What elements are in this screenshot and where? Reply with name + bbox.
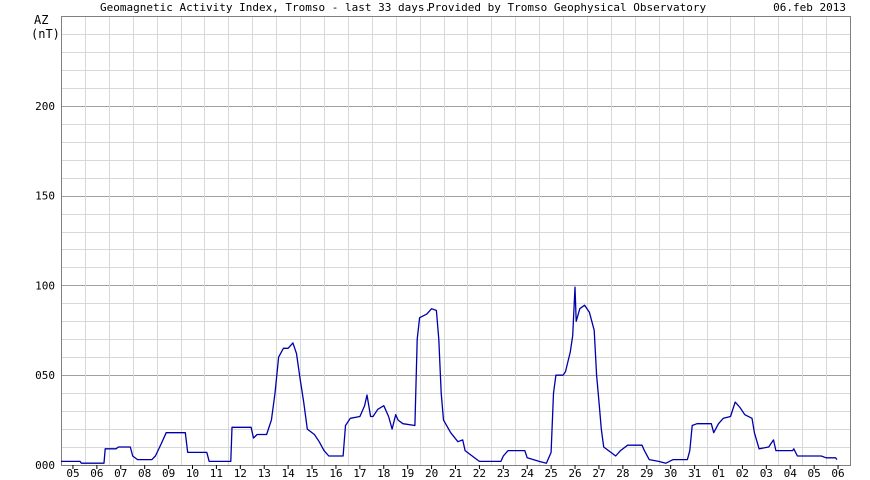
x-tick-label: 14 [282,467,296,480]
x-tick-label: 20 [425,467,438,480]
x-tick-label: 01 [712,467,725,480]
x-tick-label: 30 [664,467,677,480]
x-tick-label: 21 [449,467,462,480]
x-tick-label: 12 [234,467,247,480]
chart-title: Geomagnetic Activity Index, Tromso - las… [100,1,431,14]
x-tick-label: 06 [831,467,844,480]
x-tick-label: 07 [114,467,127,480]
plot-frame [61,16,851,466]
x-tick-label: 24 [521,467,535,480]
x-tick-label: 18 [377,467,390,480]
x-tick-label: 29 [640,467,653,480]
x-tick-label: 26 [568,467,581,480]
x-tick-label: 15 [305,467,318,480]
x-tick-label: 08 [138,467,151,480]
x-tick-label: 04 [784,467,798,480]
y-tick-label: 000 [35,459,55,472]
x-tick-label: 11 [210,467,223,480]
x-tick-label: 23 [497,467,510,480]
x-tick-label: 17 [353,467,366,480]
y-tick-label: 150 [35,190,55,203]
geomagnetic-activity-chart: Geomagnetic Activity Index, Tromso - las… [31,1,851,480]
x-tick-label: 05 [66,467,79,480]
grid [61,16,851,466]
x-tick-label: 03 [760,467,773,480]
x-tick-label: 09 [162,467,175,480]
x-tick-label: 19 [401,467,414,480]
y-tick-label: 200 [35,100,55,113]
y-tick-label: 050 [35,369,55,382]
x-tick-label: 13 [258,467,271,480]
x-tick-label: 06 [90,467,103,480]
x-tick-label: 22 [473,467,486,480]
y-axis-unit: (nT) [31,27,60,41]
x-tick-label: 27 [592,467,605,480]
y-axis-label: AZ [34,13,48,27]
x-tick-label: 02 [736,467,749,480]
provider-text: Provided by Tromso Geophysical Observato… [428,1,707,14]
x-tick-label: 28 [616,467,629,480]
date-text: 06.feb 2013 [773,1,846,14]
axis-ticks: 000 050 100 150 200 05 06 07 08 09 10 11 12 13 14 15 16 1… [35,100,845,480]
x-tick-label: 10 [186,467,199,480]
x-tick-label: 31 [688,467,701,480]
x-tick-label: 25 [545,467,558,480]
y-tick-label: 100 [35,279,55,292]
x-tick-label: 05 [808,467,821,480]
x-tick-label: 16 [329,467,342,480]
